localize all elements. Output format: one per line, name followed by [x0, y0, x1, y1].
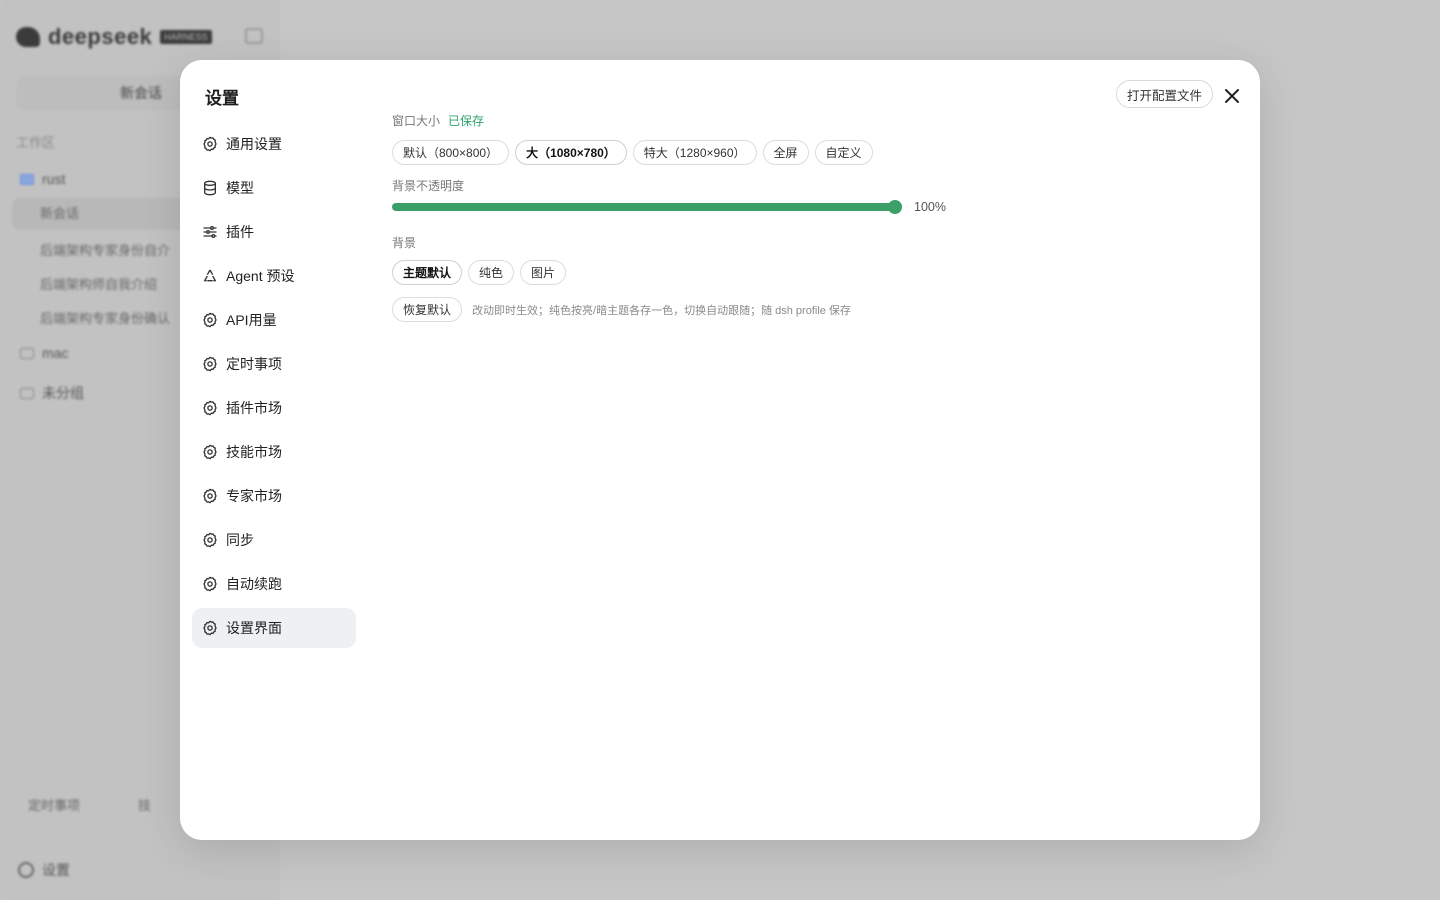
opacity-slider-thumb[interactable]	[888, 200, 902, 214]
window-size-option[interactable]: 全屏	[762, 140, 809, 165]
background-option[interactable]: 纯色	[468, 260, 515, 285]
nav-item[interactable]: 设置界面	[192, 608, 356, 648]
nav-item-label: 专家市场	[226, 488, 282, 504]
folder-icon	[20, 387, 34, 399]
nav-item-label: 同步	[226, 532, 254, 548]
skills-shortcut: 技	[138, 798, 152, 813]
recycle-icon	[202, 268, 218, 284]
close-icon	[1225, 89, 1239, 103]
nav-item-label: API用量	[226, 312, 277, 328]
nav-item[interactable]: 插件	[192, 212, 356, 252]
gear-icon	[202, 488, 218, 504]
background-options: 主题默认 纯色 图片	[392, 260, 567, 285]
scheduled-shortcut: 定时事项	[28, 798, 81, 813]
nav-item-label: 定时事项	[226, 356, 282, 372]
nav-item-label: 自动续跑	[226, 576, 282, 592]
chat-item: 后端架构专家身份自介	[40, 243, 171, 258]
sidebar-collapse-icon	[245, 28, 263, 44]
close-button[interactable]	[1220, 84, 1244, 108]
sliders-icon	[202, 224, 218, 240]
opacity-slider-row: 100%	[392, 200, 946, 214]
database-icon	[202, 180, 218, 196]
nav-item-label: 设置界面	[226, 620, 282, 636]
background-option[interactable]: 主题默认	[392, 260, 463, 285]
opacity-value: 100%	[914, 200, 946, 214]
nav-item-label: 插件市场	[226, 400, 282, 416]
gear-icon	[202, 400, 218, 416]
nav-item[interactable]: 技能市场	[192, 432, 356, 472]
folder-label: rust	[42, 171, 66, 187]
nav-item[interactable]: 专家市场	[192, 476, 356, 516]
folder-icon	[20, 347, 34, 359]
open-config-button[interactable]: 打开配置文件	[1116, 80, 1214, 108]
nav-item-label: 模型	[226, 180, 254, 196]
brand-name: deepseek	[48, 24, 153, 49]
opacity-slider[interactable]	[392, 200, 902, 214]
chat-item: 后端架构专家身份确认	[40, 311, 171, 326]
gear-icon	[202, 444, 218, 460]
window-size-option[interactable]: 特大（1280×960）	[632, 140, 757, 165]
nav-item[interactable]: 插件市场	[192, 388, 356, 428]
brand-tag: HARNESS	[160, 30, 212, 44]
nav-item-label: 技能市场	[226, 444, 282, 460]
reset-row: 恢复默认 改动即时生效；纯色按亮/暗主题各存一色，切换自动跟随；随 dsh pr…	[392, 297, 851, 322]
window-size-option[interactable]: 默认（800×800）	[392, 140, 510, 165]
folder-icon	[20, 173, 34, 185]
gear-icon	[202, 136, 218, 152]
app-logo: deepseek HARNESS	[16, 24, 212, 50]
workspace-section-label: 工作区	[16, 135, 56, 150]
window-size-label: 窗口大小	[392, 114, 441, 128]
saved-status: 已保存	[448, 114, 485, 128]
settings-shortcut: 设置	[18, 860, 70, 880]
chat-item: 后端架构师自我介绍	[40, 277, 158, 292]
folder-label: mac	[42, 345, 69, 361]
gear-icon	[202, 312, 218, 328]
settings-modal: 设置 打开配置文件 通用设置模型插件 Agent 预设 API用量定时事项插件市场技…	[180, 60, 1260, 840]
window-size-option[interactable]: 自定义	[814, 140, 873, 165]
window-size-options: 默认（800×800） 大（1080×780） 特大（1280×960） 全屏 自定义	[392, 140, 873, 165]
folder-item: 未分组	[20, 383, 84, 403]
folder-item: mac	[20, 345, 68, 361]
nav-item[interactable]: 同步	[192, 520, 356, 560]
background-label: 背景	[392, 236, 417, 250]
gear-icon	[202, 620, 218, 636]
folder-label: 未分组	[42, 385, 84, 401]
gear-icon	[202, 576, 218, 592]
nav-item[interactable]: 模型	[192, 168, 356, 208]
nav-item[interactable]: 定时事项	[192, 344, 356, 384]
nav-item[interactable]: Agent 预设	[192, 256, 356, 296]
nav-item[interactable]: API用量	[192, 300, 356, 340]
reset-hint: 改动即时生效；纯色按亮/暗主题各存一色，切换自动跟随；随 dsh profile…	[472, 304, 851, 317]
nav-item-label: 插件	[226, 224, 254, 240]
settings-label: 设置	[42, 862, 70, 878]
window-size-option[interactable]: 大（1080×780）	[515, 140, 627, 165]
gear-icon	[18, 862, 34, 878]
opacity-label: 背景不透明度	[392, 179, 465, 193]
reset-defaults-button[interactable]: 恢复默认	[392, 297, 463, 322]
nav-item-label: 通用设置	[226, 136, 282, 152]
nav-item-label: Agent 预设	[226, 268, 295, 284]
settings-nav: 通用设置模型插件 Agent 预设 API用量定时事项插件市场技能市场专家市场同步自…	[192, 124, 356, 652]
whale-logo-icon	[16, 27, 40, 47]
gear-icon	[202, 356, 218, 372]
background-option[interactable]: 图片	[520, 260, 567, 285]
nav-item[interactable]: 自动续跑	[192, 564, 356, 604]
nav-item[interactable]: 通用设置	[192, 124, 356, 164]
window-size-label-row: 窗口大小 已保存	[392, 112, 484, 129]
modal-title: 设置	[205, 89, 239, 108]
gear-icon	[202, 532, 218, 548]
folder-item: rust	[20, 171, 65, 187]
opacity-slider-fill	[392, 203, 895, 211]
